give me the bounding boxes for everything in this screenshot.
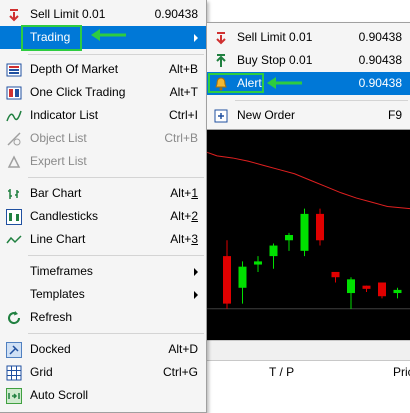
submenu-item-buy-stop[interactable]: Buy Stop 0.01 0.90438 (207, 49, 410, 72)
trade-table-body (205, 383, 410, 412)
column-header-price[interactable]: Pric (393, 365, 410, 379)
candle-body (254, 261, 262, 265)
menu-item-timeframes[interactable]: Timeframes (0, 260, 206, 283)
menu-item-label: Bar Chart (30, 186, 82, 200)
menu-item-label: Candlesticks (30, 209, 99, 223)
candle-body (300, 213, 309, 251)
menu-item-shortcut: F9 (387, 108, 402, 122)
menu-item-sell-limit[interactable]: Sell Limit 0.01 0.90438 (0, 3, 206, 26)
submenu-arrow-icon (194, 34, 198, 42)
menu-item-label: Line Chart (30, 232, 86, 246)
sell-limit-icon (6, 7, 22, 23)
menu-item-object-list[interactable]: Object List Ctrl+B (0, 127, 206, 150)
menu-item-label: Refresh (30, 310, 73, 324)
menu-separator (28, 333, 204, 334)
menu-item-label: Templates (30, 287, 85, 301)
menu-item-bar-chart[interactable]: Bar Chart Alt+1 (0, 182, 206, 205)
menu-item-label: Timeframes (30, 264, 93, 278)
candle-body (238, 266, 247, 288)
price-chart[interactable] (204, 130, 410, 340)
candle-body (362, 285, 371, 289)
menu-item-grid[interactable]: Grid Ctrl+G (0, 361, 206, 384)
indicator-list-icon (6, 108, 22, 124)
menu-item-shortcut: Alt+1 (170, 186, 198, 200)
menu-item-price: 0.90438 (358, 76, 402, 90)
candle-body (378, 282, 386, 297)
menu-item-shortcut: Alt+T (169, 85, 198, 99)
menu-item-shortcut: Ctrl+I (168, 108, 198, 122)
refresh-icon (6, 310, 22, 326)
submenu-item-sell-limit[interactable]: Sell Limit 0.01 0.90438 (207, 26, 410, 49)
menu-item-label: Sell Limit 0.01 (30, 7, 106, 21)
candle-body (285, 235, 293, 241)
buy-stop-icon (213, 53, 229, 69)
object-list-icon (6, 131, 22, 147)
candle-body (393, 289, 402, 294)
menu-item-label: Expert List (30, 154, 87, 168)
menu-separator (28, 177, 204, 178)
menu-item-docked[interactable]: Docked Alt+D (0, 338, 206, 361)
menu-item-refresh[interactable]: Refresh (0, 306, 206, 329)
docked-icon (6, 342, 22, 358)
menu-item-label: Sell Limit 0.01 (237, 30, 313, 44)
menu-item-label: One Click Trading (30, 85, 126, 99)
depth-of-market-icon (6, 62, 22, 78)
menu-item-one-click-trading[interactable]: One Click Trading Alt+T (0, 81, 206, 104)
candle-body (269, 245, 278, 257)
menu-separator (28, 54, 204, 55)
submenu-arrow-icon (194, 291, 198, 299)
menu-item-shortcut: Ctrl+B (164, 131, 198, 145)
status-bar (205, 340, 410, 361)
auto-scroll-icon (6, 388, 22, 404)
submenu-item-new-order[interactable]: New Order F9 (207, 104, 410, 127)
chart-canvas (204, 151, 410, 310)
submenu-arrow-icon (194, 268, 198, 276)
menu-item-expert-list[interactable]: Expert List (0, 150, 206, 173)
annotation-box-trading (21, 25, 82, 51)
menu-separator (28, 255, 204, 256)
annotation-arrow-icon (267, 77, 302, 89)
chart-context-menu: Sell Limit 0.01 0.90438 Trading Depth Of… (0, 0, 207, 413)
candle-body (331, 271, 340, 278)
one-click-trading-icon (6, 85, 22, 101)
menu-item-label: Auto Scroll (30, 388, 89, 402)
annotation-box-alert (208, 73, 264, 93)
menu-item-label: Grid (30, 365, 53, 379)
menu-item-label: Buy Stop 0.01 (237, 53, 313, 67)
menu-item-candlesticks[interactable]: Candlesticks Alt+2 (0, 205, 206, 228)
menu-item-shortcut: Alt+3 (170, 232, 198, 246)
menu-item-label: Indicator List (30, 108, 99, 122)
menu-item-depth-of-market[interactable]: Depth Of Market Alt+B (0, 58, 206, 81)
menu-item-label: Depth Of Market (30, 62, 119, 76)
menu-item-templates[interactable]: Templates (0, 283, 206, 306)
sell-limit-icon (213, 30, 229, 46)
menu-item-line-chart[interactable]: Line Chart Alt+3 (0, 228, 206, 251)
menu-item-label: Object List (30, 131, 87, 145)
menu-item-price: 0.90438 (358, 53, 402, 67)
menu-separator (235, 100, 408, 101)
menu-item-label: New Order (237, 108, 296, 122)
grid-icon (6, 365, 22, 381)
bar-chart-icon (6, 186, 22, 202)
candle-body (316, 213, 324, 241)
menu-item-shortcut: Alt+B (168, 62, 198, 76)
menu-item-price: 0.90438 (154, 7, 198, 21)
expert-list-icon (6, 154, 22, 170)
moving-average-line (204, 151, 410, 210)
candlesticks-icon (6, 209, 22, 225)
annotation-arrow-icon (91, 29, 126, 41)
menu-item-indicator-list[interactable]: Indicator List Ctrl+I (0, 104, 206, 127)
candle-body (223, 256, 231, 304)
menu-item-shortcut: Alt+D (168, 342, 198, 356)
trade-table-header: T / P Pric (205, 360, 410, 384)
menu-item-shortcut: Ctrl+G (162, 365, 198, 379)
candle-body (347, 279, 355, 294)
column-header-tp[interactable]: T / P (269, 365, 294, 379)
menu-item-price: 0.90438 (358, 30, 402, 44)
new-order-icon (213, 108, 229, 124)
line-chart-icon (6, 232, 22, 248)
menu-item-auto-scroll[interactable]: Auto Scroll (0, 384, 206, 407)
menu-item-shortcut: Alt+2 (170, 209, 198, 223)
menu-item-label: Docked (30, 342, 71, 356)
